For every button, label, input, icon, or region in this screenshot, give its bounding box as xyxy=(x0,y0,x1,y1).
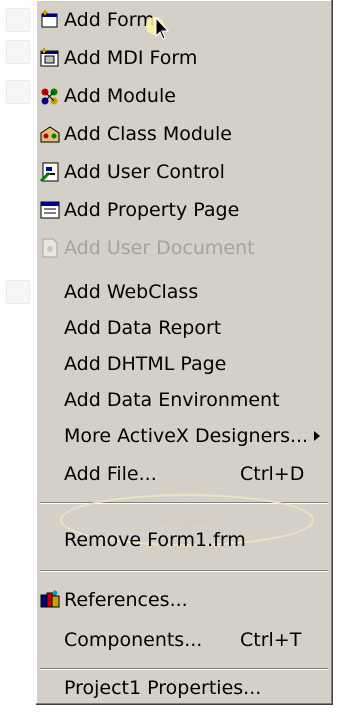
menu-item-add-user-control[interactable]: Add User Control xyxy=(38,154,330,190)
menu-item-label: Add Form xyxy=(64,9,155,31)
references-icon xyxy=(40,590,60,608)
form-icon xyxy=(41,10,58,28)
menu-item-add-data-environment[interactable]: Add Data Environment xyxy=(38,382,330,418)
menu-item-shortcut: Ctrl+T xyxy=(240,629,302,651)
menu-item-label: Add Data Environment xyxy=(64,389,280,411)
menu-item-add-data-report[interactable]: Add Data Report xyxy=(38,310,330,346)
menu-item-label: Add MDI Form xyxy=(64,47,198,69)
menu-item-add-property-page[interactable]: Add Property Page xyxy=(38,192,330,228)
menu-item-label: Add WebClass xyxy=(64,281,199,303)
project-context-menu: Add Form Add MDI Form Add Module Add Cla… xyxy=(36,0,333,705)
menu-item-remove-form[interactable]: Remove Form1.frm xyxy=(38,522,330,558)
menu-item-label: More ActiveX Designers... xyxy=(64,425,309,447)
menu-item-project-properties[interactable]: Project1 Properties... xyxy=(38,670,330,706)
module-icon xyxy=(41,88,58,105)
background-tile xyxy=(6,280,30,304)
menu-separator xyxy=(40,570,328,572)
menu-item-label: Add User Control xyxy=(64,161,225,183)
menu-item-add-mdi-form[interactable]: Add MDI Form xyxy=(38,40,330,76)
menu-item-shortcut: Ctrl+D xyxy=(240,463,305,485)
menu-item-more-activex-designers[interactable]: More ActiveX Designers... xyxy=(38,418,330,454)
menu-item-add-user-document: Add User Document xyxy=(38,230,330,266)
mouse-cursor-icon xyxy=(146,16,170,40)
menu-item-references[interactable]: References... xyxy=(38,582,330,618)
menu-item-add-module[interactable]: Add Module xyxy=(38,78,330,114)
menu-item-label: Components... xyxy=(64,629,203,651)
menu-item-label: Remove Form1.frm xyxy=(64,529,246,551)
submenu-arrow-icon xyxy=(314,431,320,441)
menu-item-add-webclass[interactable]: Add WebClass xyxy=(38,274,330,310)
menu-item-label: Add User Document xyxy=(64,237,255,259)
background-tile xyxy=(6,80,30,104)
background-tile xyxy=(6,40,30,64)
menu-item-label: Add Data Report xyxy=(64,317,222,339)
menu-item-label: Project1 Properties... xyxy=(64,677,262,699)
menu-item-label: Add File... xyxy=(64,463,157,485)
user-document-icon xyxy=(42,238,58,258)
menu-item-add-class-module[interactable]: Add Class Module xyxy=(38,116,330,152)
menu-item-components[interactable]: Components... Ctrl+T xyxy=(38,622,330,658)
menu-item-label: Add Module xyxy=(64,85,176,107)
menu-item-label: Add DHTML Page xyxy=(64,353,227,375)
class-module-icon xyxy=(40,126,60,143)
menu-item-add-file[interactable]: Add File... Ctrl+D xyxy=(38,456,330,492)
menu-item-label: References... xyxy=(64,589,188,611)
mdi-form-icon xyxy=(40,48,59,67)
property-page-icon xyxy=(40,201,60,219)
menu-item-label: Add Class Module xyxy=(64,123,232,145)
menu-item-add-form[interactable]: Add Form xyxy=(38,2,330,38)
background-tile xyxy=(6,8,30,32)
menu-item-add-dhtml-page[interactable]: Add DHTML Page xyxy=(38,346,330,382)
background-window xyxy=(0,0,40,716)
menu-item-label: Add Property Page xyxy=(64,199,240,221)
user-control-icon xyxy=(39,162,59,183)
